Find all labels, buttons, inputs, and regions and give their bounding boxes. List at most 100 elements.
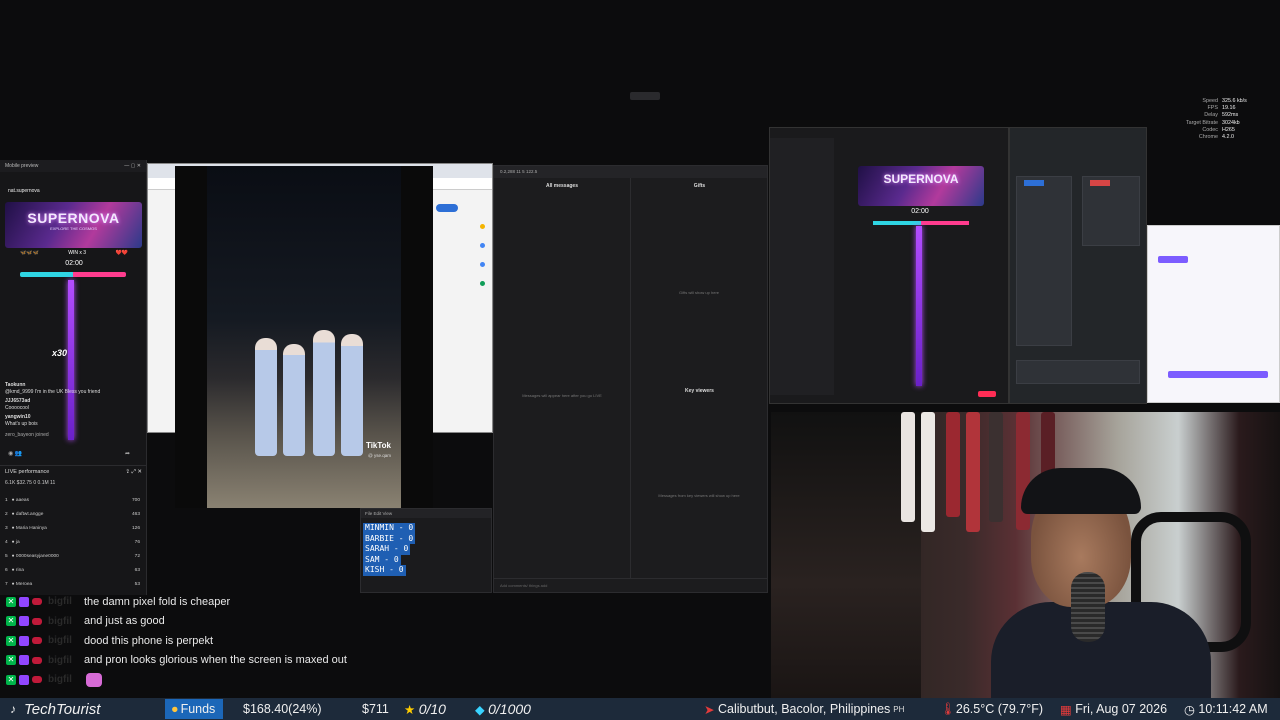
window-control-strip[interactable] — [630, 92, 660, 100]
gift-icons-right: ❤️❤️ — [115, 250, 128, 256]
thermometer-icon: 🌡 — [940, 701, 956, 716]
chat-line: ✕ bigfil the damn pixel fold is cheaper — [6, 595, 231, 608]
microphone — [1071, 572, 1105, 642]
mobile-chat-line: zero_bayeon joined — [5, 432, 49, 438]
vote-line: KISH - 0 — [363, 565, 406, 576]
live-studio-window[interactable]: SUPERNOVA 02:00 — [769, 127, 1009, 404]
studio-timer: 02:00 — [911, 208, 929, 215]
money-bag-icon: ● — [171, 702, 179, 716]
chat-line: ✕ bigfil and pron looks glorious when the … — [6, 654, 347, 667]
tiktok-video-player[interactable]: TikTok @ yse.qam — [175, 166, 433, 508]
tool-panel-left[interactable] — [1016, 176, 1072, 346]
tiktok-logo: TikTok — [365, 441, 391, 450]
mobile-chat-line: Taokunn @kmd_9999 I'm in the UK Bless you… — [5, 382, 101, 395]
clock: ◷ 10:11:42 AM — [1184, 702, 1268, 717]
diamond-icon: ◆ — [475, 702, 485, 717]
editor-menu[interactable]: File Edit View — [361, 509, 491, 518]
messages-stats: 0.2,288 11 5 122.5 — [494, 166, 767, 178]
panel-buttons[interactable]: ⇪ ⤢ ✕ — [125, 469, 142, 476]
share-icon[interactable]: ➦ — [125, 450, 130, 457]
dancer-figure — [283, 344, 305, 456]
chat-line: ✕ bigfil — [6, 670, 426, 690]
gifts-hint: Gifts will show up here — [678, 290, 719, 295]
tiktok-handle: @ yse.qam — [368, 453, 391, 458]
gift-icons: 🦋🦋🦋 — [20, 250, 39, 256]
key-viewers-title: Key viewers — [685, 388, 714, 394]
leader-row: 2 ● daftwt.angge 463 — [5, 512, 140, 517]
mobile-action-icons[interactable]: ◉ 👥 — [8, 450, 22, 457]
tool-red-tab[interactable] — [1090, 180, 1110, 186]
vote-line: MINMIN - 0 — [363, 523, 416, 534]
gift-combo: x30 — [52, 348, 68, 358]
vote-line: BARBIE - 0 — [363, 533, 416, 544]
supernova-banner: SUPERNOVA EXPLORE THE COSMOS — [5, 202, 142, 248]
dancer-figure — [255, 338, 277, 456]
gems-counter: ◆ 0/1000 — [475, 701, 531, 717]
battle-timer: 02:00 — [65, 260, 83, 267]
chat-line: ✕ bigfil and just as good — [6, 615, 165, 628]
tool-panel-bottom[interactable] — [1016, 360, 1140, 384]
studio-supernova-banner: SUPERNOVA — [858, 166, 984, 206]
location: ➤ Calibutbut, Bacolor, Philippines PH — [704, 702, 905, 717]
live-performance-header: LIVE performance ⇪ ⤢ ✕ — [0, 465, 147, 477]
live-performance-stats: 6.1K $32.75 0 0.1M 11 — [5, 480, 56, 486]
browser-side-icons[interactable] — [480, 224, 486, 374]
browser-blue-button[interactable] — [436, 204, 458, 212]
tool-window[interactable] — [1009, 127, 1147, 404]
mobile-preview-title: Mobile preview — [5, 163, 39, 169]
vote-line: SARAH - 0 — [363, 544, 411, 555]
leader-row: 6 ● rina 63 — [5, 568, 140, 573]
chat-line: ✕ bigfil dood this phone is perpekt — [6, 634, 214, 647]
all-messages-title: All messages — [546, 183, 578, 189]
go-live-button[interactable] — [978, 391, 996, 397]
stream-chat-overlay: ✕ bigfil the damn pixel fold is cheaper ✕ b… — [6, 592, 426, 690]
vote-lines: MINMIN - 0 BARBIE - 0 SARAH - 0 SAM - 0 … — [363, 523, 416, 576]
mobile-preview-window: Mobile preview — ▢ ✕ nat.supernova SUPER… — [0, 160, 147, 595]
mobile-chat-line: JJJ6573ad Coooocool — [5, 398, 31, 411]
studio-energy-beam — [916, 226, 922, 386]
dancer-figure — [313, 330, 335, 456]
win-label: WIN x 3 — [68, 250, 86, 256]
calendar-icon: ▦ — [1060, 702, 1072, 717]
vote-tally-editor[interactable]: File Edit View MINMIN - 0 BARBIE - 0 SAR… — [360, 508, 492, 593]
studio-sidebar[interactable] — [770, 138, 834, 395]
window-buttons[interactable]: — ▢ ✕ — [124, 163, 141, 169]
tiktok-icon: ♪ — [10, 702, 16, 716]
tool-panel-right[interactable] — [1082, 176, 1140, 246]
light-app-window[interactable] — [1147, 225, 1280, 403]
leader-row: 5 ● 0000seasyjane0000 72 — [5, 554, 140, 559]
funds-value: $168.40(24%) — [243, 702, 322, 716]
all-messages-hint: Messages will appear here after you go L… — [522, 393, 602, 398]
weather: 🌡 26.5°C (79.7°F) — [940, 701, 1043, 717]
key-viewers-hint: Messages from key viewers will show up h… — [658, 493, 740, 498]
ticker-brand: ♪ TechTourist — [10, 700, 101, 718]
purple-bar-button[interactable] — [1168, 371, 1268, 378]
pin-icon: ➤ — [704, 702, 715, 717]
tool-blue-tab[interactable] — [1024, 180, 1044, 186]
stream-layout: Speed 325.6 kb/s FPS 19.16 Delay 592ms Targ… — [0, 0, 1280, 720]
account-name: nat.supernova — [8, 188, 40, 194]
webcam-feed — [771, 412, 1280, 698]
stream-stats-overlay: Speed 325.6 kb/s FPS 19.16 Delay 592ms Targ… — [1185, 98, 1247, 141]
battle-progress — [20, 272, 126, 277]
gifts-column: Gifts Gifts will show up here Key viewer… — [631, 178, 768, 578]
vote-line: SAM - 0 — [363, 554, 401, 565]
bottom-ticker: ♪ TechTourist ● Funds $168.40(24%) $711 ★ … — [0, 698, 1280, 720]
star-icon: ★ — [404, 702, 416, 717]
all-messages-column: All messages Messages will appear here a… — [494, 178, 631, 578]
purple-button[interactable] — [1158, 256, 1188, 263]
gifts-title: Gifts — [693, 183, 706, 189]
funds-badge: ● Funds — [165, 699, 223, 719]
stars-counter: ★ 0/10 — [404, 701, 446, 717]
emote-icon — [86, 672, 102, 687]
video-frame: TikTok @ yse.qam — [207, 166, 401, 508]
comment-input[interactable]: Add comments/ things add — [494, 578, 767, 592]
dancer-figure — [341, 334, 363, 456]
mobile-preview-titlebar[interactable]: Mobile preview — ▢ ✕ — [0, 160, 146, 172]
leader-row: 1 ● aaeas 700 — [5, 498, 140, 503]
leader-row: 3 ● Maria Haninya 126 — [5, 526, 140, 531]
leader-row: 7 ● Meroea 53 — [5, 582, 140, 587]
live-messages-panel: 0.2,288 11 5 122.5 All messages Messages… — [493, 165, 768, 593]
mobile-chat-line: yangwin10 What's up bois — [5, 414, 38, 427]
goal-value: $711 — [362, 702, 389, 716]
